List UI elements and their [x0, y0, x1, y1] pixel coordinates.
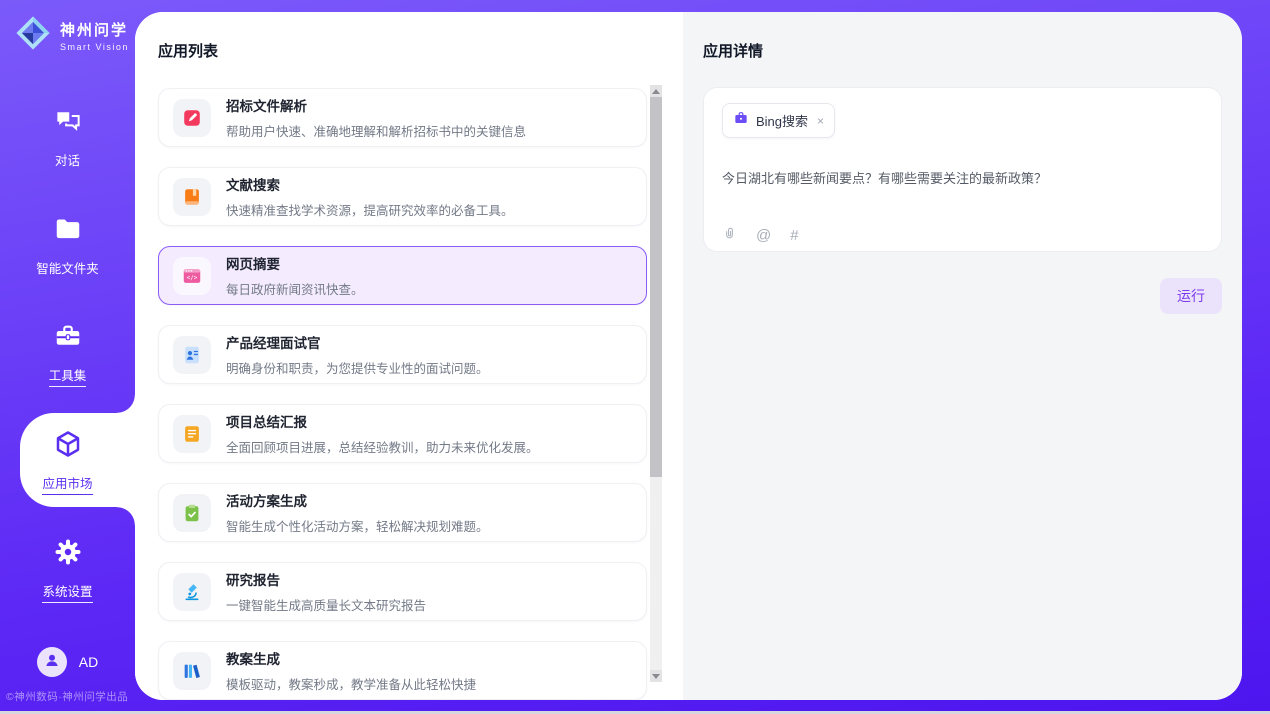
run-button[interactable]: 运行	[1160, 278, 1222, 314]
sidebar: 神州问学 Smart Vision 对话智能文件夹工具集应用市场系统设置 AD …	[0, 0, 135, 711]
brand-subtitle: Smart Vision	[60, 42, 129, 52]
list-item[interactable]: 项目总结汇报全面回顾项目进展，总结经验教训，助力未来优化发展。	[158, 404, 647, 463]
app-desc: 快速精准查找学术资源，提高研究效率的必备工具。	[226, 200, 514, 219]
app-detail-title: 应用详情	[703, 40, 1222, 61]
app-name: 网页摘要	[226, 253, 364, 273]
briefcase-icon	[733, 110, 749, 131]
sidebar-item-系统设置[interactable]: 系统设置	[0, 516, 135, 624]
brand-logo: 神州问学 Smart Vision	[0, 0, 135, 57]
person-icon	[43, 651, 61, 674]
book-icon	[173, 178, 211, 216]
user-name: AD	[79, 654, 98, 670]
app-name: 活动方案生成	[226, 490, 489, 510]
mention-icon[interactable]: @	[756, 227, 771, 244]
chat-icon	[53, 106, 83, 141]
hash-icon[interactable]: #	[790, 227, 798, 244]
sidebar-item-label: 应用市场	[42, 473, 92, 495]
app-list: 招标文件解析帮助用户快速、准确地理解和解析招标书中的关键信息文献搜索快速精准查找…	[158, 88, 647, 700]
svg-text:</>: </>	[187, 274, 198, 281]
folder-icon	[53, 214, 83, 249]
microscope-icon	[173, 573, 211, 611]
clipboard-check-icon	[173, 494, 211, 532]
interviewer-icon	[173, 336, 211, 374]
list-item[interactable]: </> 网页摘要每日政府新闻资讯快查。	[158, 246, 647, 305]
books-icon	[173, 652, 211, 690]
app-desc: 全面回顾项目进展，总结经验教训，助力未来优化发展。	[226, 437, 539, 456]
app-name: 产品经理面试官	[226, 332, 489, 352]
diamond-logo-icon	[14, 14, 52, 57]
attach-toolbar: @ #	[722, 225, 1203, 246]
sidebar-item-对话[interactable]: 对话	[0, 84, 135, 192]
app-detail-panel: 应用详情 Bing搜索 × 今日湖北有哪些新闻要点？有哪些需要关注的最新政策？	[683, 12, 1242, 700]
app-name: 教案生成	[226, 648, 476, 668]
app-name: 研究报告	[226, 569, 426, 589]
report-note-icon	[173, 415, 211, 453]
tool-tag-bing[interactable]: Bing搜索 ×	[722, 103, 835, 138]
sidebar-item-label: 智能文件夹	[36, 258, 99, 279]
app-desc: 每日政府新闻资讯快查。	[226, 279, 364, 298]
doc-edit-icon	[173, 99, 211, 137]
sidebar-item-应用市场[interactable]: 应用市场	[0, 408, 135, 516]
app-list-panel: 应用列表 招标文件解析帮助用户快速、准确地理解和解析招标书中的关键信息文献搜索快…	[135, 12, 683, 700]
list-item[interactable]: 活动方案生成智能生成个性化活动方案，轻松解决规划难题。	[158, 483, 647, 542]
app-desc: 明确身份和职责，为您提供专业性的面试问题。	[226, 358, 489, 377]
list-item[interactable]: 文献搜索快速精准查找学术资源，提高研究效率的必备工具。	[158, 167, 647, 226]
sidebar-item-label: 系统设置	[42, 581, 92, 603]
scroll-up-icon[interactable]	[650, 85, 662, 97]
tool-tag-label: Bing搜索	[756, 111, 808, 130]
app-desc: 智能生成个性化活动方案，轻松解决规划难题。	[226, 516, 489, 535]
content-shell: 应用列表 招标文件解析帮助用户快速、准确地理解和解析招标书中的关键信息文献搜索快…	[135, 12, 1242, 700]
app-name: 文献搜索	[226, 174, 514, 194]
sidebar-item-label: 对话	[55, 150, 80, 171]
list-item[interactable]: 研究报告一键智能生成高质量长文本研究报告	[158, 562, 647, 621]
sidebar-nav: 对话智能文件夹工具集应用市场系统设置	[0, 84, 135, 624]
tag-close-icon[interactable]: ×	[817, 114, 824, 128]
brand-name: 神州问学	[60, 19, 129, 40]
webpage-code-icon: </>	[173, 257, 211, 295]
app-desc: 一键智能生成高质量长文本研究报告	[226, 595, 426, 614]
sidebar-item-label: 工具集	[49, 365, 87, 387]
sidebar-item-工具集[interactable]: 工具集	[0, 300, 135, 408]
copyright-text: ©神州数码·神州问学出品	[6, 689, 135, 704]
avatar[interactable]	[37, 647, 67, 677]
app-desc: 模板驱动，教案秒成，教学准备从此轻松快捷	[226, 674, 476, 693]
list-item[interactable]: 产品经理面试官明确身份和职责，为您提供专业性的面试问题。	[158, 325, 647, 384]
gear-icon	[53, 537, 83, 572]
scrollbar-thumb[interactable]	[650, 97, 662, 477]
cube-icon	[53, 429, 83, 464]
prompt-card[interactable]: Bing搜索 × 今日湖北有哪些新闻要点？有哪些需要关注的最新政策？ @ #	[703, 87, 1222, 252]
sidebar-item-智能文件夹[interactable]: 智能文件夹	[0, 192, 135, 300]
app-list-title: 应用列表	[158, 40, 683, 61]
scroll-down-icon[interactable]	[650, 670, 662, 682]
list-item[interactable]: 招标文件解析帮助用户快速、准确地理解和解析招标书中的关键信息	[158, 88, 647, 147]
app-name: 项目总结汇报	[226, 411, 539, 431]
app-desc: 帮助用户快速、准确地理解和解析招标书中的关键信息	[226, 121, 526, 140]
list-item[interactable]: 教案生成模板驱动，教案秒成，教学准备从此轻松快捷	[158, 641, 647, 700]
user-row[interactable]: AD	[0, 647, 135, 677]
paperclip-icon[interactable]	[722, 225, 737, 246]
query-text[interactable]: 今日湖北有哪些新闻要点？有哪些需要关注的最新政策？	[722, 168, 1203, 187]
app-name: 招标文件解析	[226, 95, 526, 115]
toolbox-icon	[53, 321, 83, 356]
scrollbar[interactable]	[650, 85, 662, 682]
